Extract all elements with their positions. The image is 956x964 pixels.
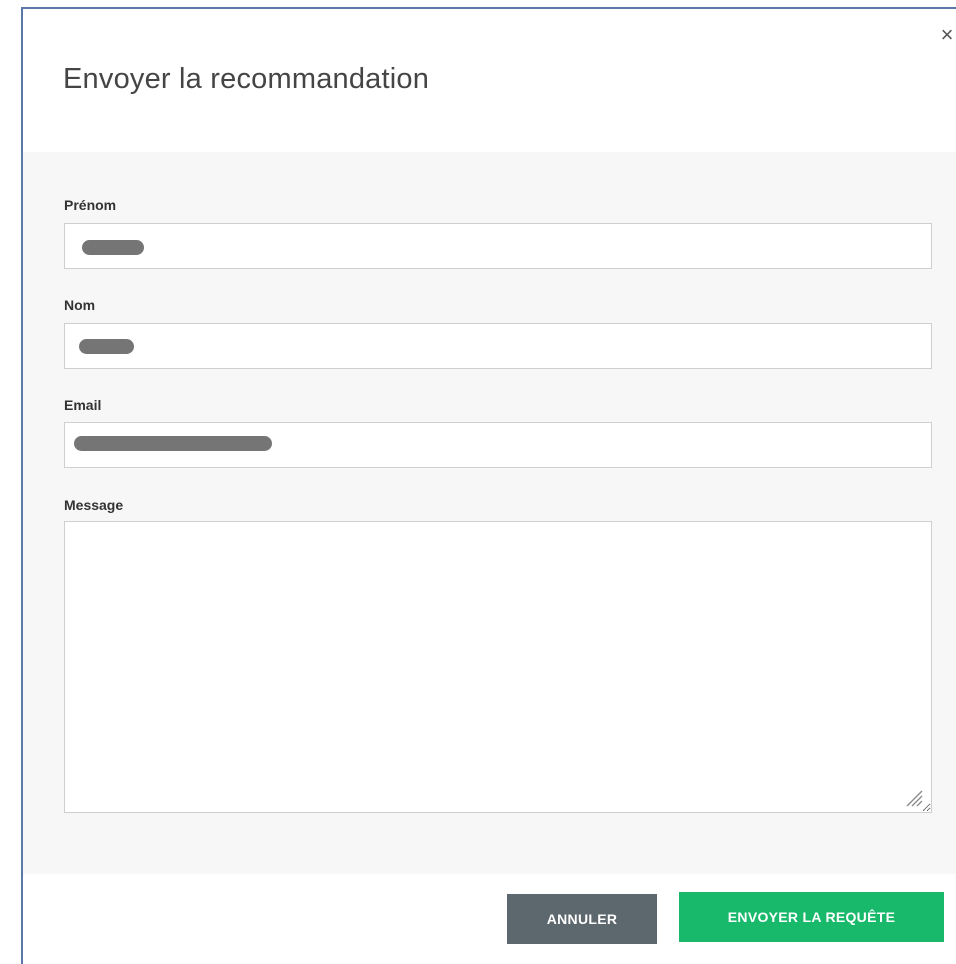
redacted-email <box>74 436 272 451</box>
send-request-button[interactable]: ENVOYER LA REQUÊTE <box>679 892 944 942</box>
redacted-first-name <box>82 240 144 255</box>
recommendation-dialog: × Envoyer la recommandation Prénom Nom E… <box>23 9 956 964</box>
last-name-label: Nom <box>64 297 96 313</box>
last-name-input[interactable] <box>64 323 932 369</box>
first-name-label: Prénom <box>64 197 117 213</box>
redacted-last-name <box>79 339 134 354</box>
resize-grip-icon[interactable] <box>903 787 923 807</box>
close-icon[interactable]: × <box>937 23 956 47</box>
email-label: Email <box>64 397 102 413</box>
message-textarea[interactable] <box>64 521 932 813</box>
cancel-button[interactable]: ANNULER <box>507 894 657 944</box>
dialog-title: Envoyer la recommandation <box>63 63 430 95</box>
page-background <box>0 0 956 7</box>
message-label: Message <box>64 497 124 513</box>
first-name-input[interactable] <box>64 223 932 269</box>
